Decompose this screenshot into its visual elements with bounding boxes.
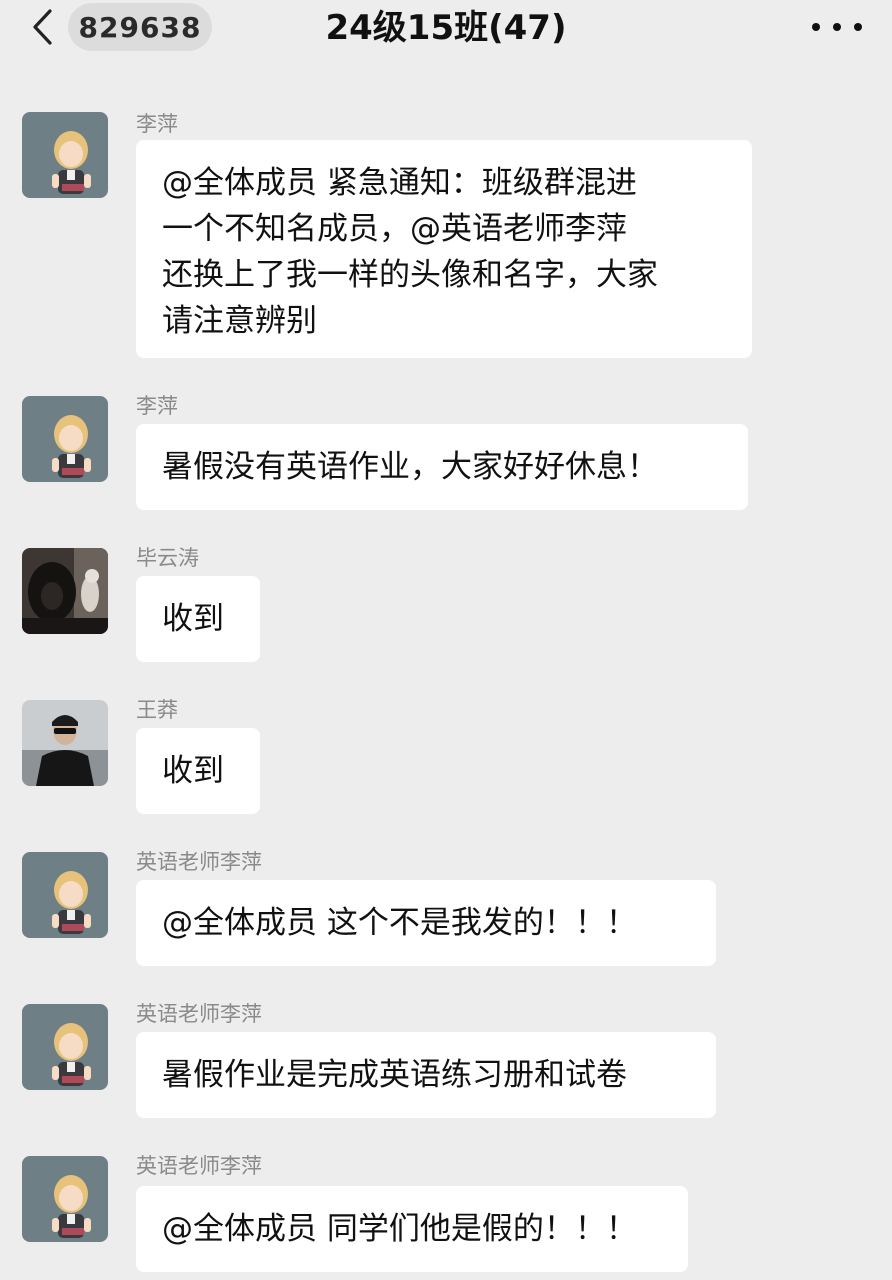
- avatar-teacher[interactable]: [22, 852, 108, 938]
- message-bubble[interactable]: 收到: [136, 576, 260, 662]
- message-item: 李萍 @全体成员 紧急通知：班级群混进 一个不知名成员，@英语老师李萍 还换上了…: [0, 108, 892, 368]
- teacher-cartoon-avatar-icon: [22, 396, 108, 482]
- sender-name: 英语老师李萍: [136, 1154, 262, 1178]
- more-dot-icon: [854, 23, 862, 31]
- more-options-button[interactable]: [812, 14, 862, 40]
- back-button[interactable]: [22, 6, 62, 48]
- sender-name: 英语老师李萍: [136, 850, 262, 874]
- teacher-cartoon-avatar-icon: [22, 852, 108, 938]
- chevron-left-icon: [33, 9, 52, 45]
- chat-title[interactable]: 24级15班(47): [222, 6, 670, 50]
- sender-name: 李萍: [136, 394, 178, 418]
- chat-header: 829638 24级15班(47): [0, 0, 892, 58]
- avatar-teacher[interactable]: [22, 1004, 108, 1090]
- message-item: 英语老师李萍 @全体成员 这个不是我发的！！！: [0, 846, 892, 970]
- message-bubble[interactable]: 暑假作业是完成英语练习册和试卷: [136, 1032, 716, 1118]
- message-item: 李萍 暑假没有英语作业，大家好好休息！: [0, 390, 892, 514]
- sender-name: 英语老师李萍: [136, 1002, 262, 1026]
- message-bubble[interactable]: 收到: [136, 728, 260, 814]
- teacher-cartoon-avatar-icon: [22, 1004, 108, 1090]
- sender-name: 王莽: [136, 698, 178, 722]
- message-text: @全体成员 这个不是我发的！！！: [162, 905, 637, 941]
- message-text: 暑假作业是完成英语练习册和试卷: [162, 1057, 627, 1093]
- message-bubble[interactable]: 暑假没有英语作业，大家好好休息！: [136, 424, 748, 510]
- message-item: 毕云涛 收到: [0, 542, 892, 666]
- man-sunglasses-avatar-icon: [22, 700, 108, 786]
- teacher-cartoon-avatar-icon: [22, 112, 108, 198]
- avatar-hooded-figure[interactable]: [22, 548, 108, 634]
- avatar-teacher[interactable]: [22, 1156, 108, 1242]
- message-item: 英语老师李萍 @全体成员 同学们他是假的！！！: [0, 1150, 892, 1274]
- unread-count-badge[interactable]: 829638: [68, 3, 212, 51]
- more-dot-icon: [833, 23, 841, 31]
- avatar-teacher[interactable]: [22, 112, 108, 198]
- message-bubble[interactable]: @全体成员 紧急通知：班级群混进 一个不知名成员，@英语老师李萍 还换上了我一样…: [136, 140, 752, 358]
- message-item: 英语老师李萍 暑假作业是完成英语练习册和试卷: [0, 998, 892, 1122]
- message-text: 收到: [162, 753, 224, 789]
- message-text: 收到: [162, 601, 224, 637]
- avatar-man-sunglasses[interactable]: [22, 700, 108, 786]
- teacher-cartoon-avatar-icon: [22, 1156, 108, 1242]
- hooded-figure-avatar-icon: [22, 548, 108, 634]
- sender-name: 李萍: [136, 112, 178, 136]
- message-text: 暑假没有英语作业，大家好好休息！: [162, 449, 658, 485]
- message-text: @全体成员 同学们他是假的！！！: [162, 1211, 637, 1247]
- more-dot-icon: [812, 23, 820, 31]
- message-text: @全体成员 紧急通知：班级群混进 一个不知名成员，@英语老师李萍 还换上了我一样…: [162, 165, 658, 339]
- message-item: 王莽 收到: [0, 694, 892, 818]
- avatar-teacher[interactable]: [22, 396, 108, 482]
- sender-name: 毕云涛: [136, 546, 199, 570]
- message-bubble[interactable]: @全体成员 同学们他是假的！！！: [136, 1186, 688, 1272]
- message-bubble[interactable]: @全体成员 这个不是我发的！！！: [136, 880, 716, 966]
